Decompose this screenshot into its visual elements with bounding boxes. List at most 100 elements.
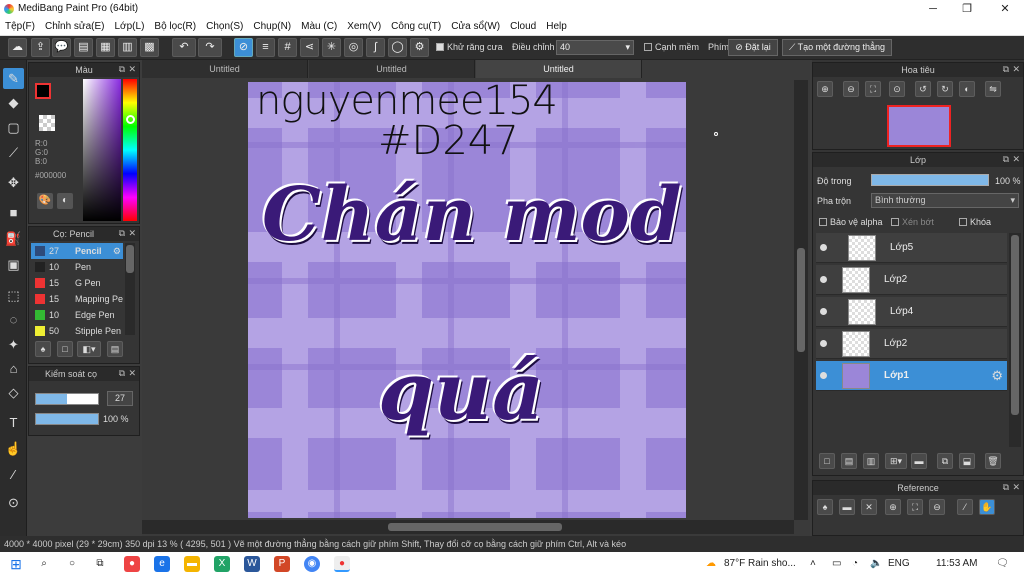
brush-size-value[interactable]: 27 (107, 391, 133, 406)
close-button[interactable]: ✕ (988, 0, 1022, 18)
rotate-right-icon[interactable]: ↻ (937, 81, 953, 97)
select-pen-icon[interactable]: ⌂ (3, 358, 24, 379)
panel-popout-icon[interactable]: ⧉ (1003, 482, 1009, 493)
menu-cloud[interactable]: Cloud (505, 18, 541, 36)
tab-untitled-1[interactable]: Untitled (142, 60, 308, 78)
brush-item[interactable]: 10 Edge Pen (31, 307, 123, 323)
reference-zoom-out-icon[interactable]: ⊖ (929, 499, 945, 515)
eye-icon[interactable] (820, 276, 827, 283)
brush-item[interactable]: 10 Pen (31, 259, 123, 275)
brush-settings-icon[interactable]: ▤ (107, 341, 123, 357)
eye-icon[interactable] (820, 340, 827, 347)
zoom-out-icon[interactable]: ⊖ (843, 81, 859, 97)
snap-off-icon[interactable]: ⊘ (234, 38, 253, 57)
weather-text[interactable]: 87°F Rain sho... (724, 558, 796, 569)
menu-edit[interactable]: Chỉnh sửa(E) (40, 18, 110, 36)
actual-size-icon[interactable]: ⊙ (889, 81, 905, 97)
cortana-icon[interactable]: ○ (64, 556, 80, 572)
brush-item[interactable]: 15 G Pen (31, 275, 123, 291)
panel-popout-icon[interactable]: ⧉ (119, 368, 125, 379)
layer-row[interactable]: Lớp2 (816, 265, 1007, 295)
network-icon[interactable]: ▭ (832, 558, 841, 569)
brush-item[interactable]: 27 Pencil ⚙ (31, 243, 123, 259)
menu-file[interactable]: Tệp(F) (0, 18, 40, 36)
undo-icon[interactable]: ↶ (172, 38, 196, 57)
chrome-icon[interactable]: ◉ (304, 556, 320, 572)
move-tool-icon[interactable]: ✥ (3, 172, 24, 193)
menu-color[interactable]: Màu (C) (296, 18, 342, 36)
panel-close-icon[interactable]: ✕ (1012, 154, 1020, 165)
page-icon[interactable]: ▦ (96, 38, 115, 57)
panel-popout-icon[interactable]: ⧉ (119, 228, 125, 239)
dropper-tool-icon[interactable]: ⊙ (3, 492, 24, 513)
operation-tool-icon[interactable]: ☝ (3, 438, 24, 459)
speech-icon[interactable]: 💬 (52, 38, 71, 57)
palette-icon[interactable]: 🎨 (37, 193, 53, 209)
eye-icon[interactable] (820, 372, 827, 379)
panel-close-icon[interactable]: ✕ (128, 64, 136, 75)
radial-snap-icon[interactable]: ✳ (322, 38, 341, 57)
file-explorer-icon[interactable]: ▬ (184, 556, 200, 572)
layer-row[interactable]: Lớp5 (816, 233, 1007, 263)
eye-icon[interactable] (820, 308, 827, 315)
new-layer-8bit-icon[interactable]: ▤ (841, 453, 857, 469)
brush-menu-icon[interactable]: ◧▾ (77, 341, 101, 357)
parallel-snap-icon[interactable]: ≡ (256, 38, 275, 57)
excel-icon[interactable]: X (214, 556, 230, 572)
layer-scrollbar[interactable] (1009, 233, 1021, 447)
reference-add-icon[interactable]: ♠ (817, 499, 833, 515)
panel-popout-icon[interactable]: ⧉ (119, 64, 125, 75)
ellipse-snap-icon[interactable]: ◯ (388, 38, 407, 57)
powerpoint-icon[interactable]: P (274, 556, 290, 572)
grid-snap-icon[interactable]: # (278, 38, 297, 57)
cloud-icon[interactable]: ☁ (8, 38, 27, 57)
lock-checkbox[interactable]: Khóa (959, 217, 991, 227)
panel-close-icon[interactable]: ✕ (128, 368, 136, 379)
grid-icon[interactable]: ▩ (140, 38, 159, 57)
layer-row-selected[interactable]: Lớp1 ⚙ (816, 361, 1007, 391)
merge-layer-icon[interactable]: ⬓ (959, 453, 975, 469)
brush-opacity-slider[interactable] (35, 413, 99, 425)
reference-open-icon[interactable]: ▬ (839, 499, 855, 515)
gear-icon[interactable]: ⚙ (991, 368, 1003, 384)
brush-item[interactable]: 50 Stipple Pen (31, 323, 123, 339)
eraser-tool-icon[interactable]: ◆ (3, 92, 24, 113)
duplicate-layer-icon[interactable]: ⧉ (937, 453, 953, 469)
menu-window[interactable]: Cửa sổ(W) (446, 18, 505, 36)
palette-add-icon[interactable]: ◐ (57, 193, 73, 209)
eye-icon[interactable] (820, 244, 827, 251)
rotate-left-icon[interactable]: ↺ (915, 81, 931, 97)
redo-icon[interactable]: ↷ (198, 38, 222, 57)
settings-snap-icon[interactable]: ⚙ (410, 38, 429, 57)
color-square[interactable] (83, 79, 121, 221)
bucket-tool-icon[interactable]: ⛽ (3, 228, 24, 249)
menu-filter[interactable]: Bộ lọc(R) (149, 18, 201, 36)
reference-zoom-in-icon[interactable]: ⊕ (885, 499, 901, 515)
soft-edge-checkbox[interactable]: Cạnh mềm (644, 42, 699, 52)
rotate-reset-icon[interactable]: ◐ (959, 81, 975, 97)
make-line-button[interactable]: ⟋ Tạo một đường thẳng (782, 39, 892, 56)
menu-snap[interactable]: Chụp(N) (248, 18, 296, 36)
perspective-snap-icon[interactable]: ⋖ (300, 38, 319, 57)
canvas-vscroll[interactable] (794, 80, 808, 520)
clock[interactable]: 11:53 AM (936, 558, 978, 569)
brush-new-icon[interactable]: □ (57, 341, 73, 357)
app-icon[interactable]: ● (124, 556, 140, 572)
rect-tool-icon[interactable]: ▢ (3, 117, 24, 138)
panel-close-icon[interactable]: ✕ (1012, 64, 1020, 75)
panel-close-icon[interactable]: ✕ (128, 228, 136, 239)
delete-layer-icon[interactable]: 🗑 (985, 453, 1001, 469)
new-layer-1bit-icon[interactable]: ▥ (863, 453, 879, 469)
panel-close-icon[interactable]: ✕ (1012, 482, 1020, 493)
add-layer-menu-icon[interactable]: ⊞▾ (885, 453, 907, 469)
transparent-color[interactable] (39, 115, 55, 131)
brush-item[interactable]: 15 Mapping Pe (31, 291, 123, 307)
line-tool-icon[interactable]: ⟋ (3, 142, 24, 163)
curve-snap-icon[interactable]: ∫ (366, 38, 385, 57)
drawing-canvas[interactable]: nguyenmee154 #D247 Chán mod quá (248, 82, 686, 518)
brush-tool-icon[interactable]: ✎ (3, 68, 24, 89)
notification-icon[interactable]: 🗨 (996, 558, 1009, 569)
menu-layer[interactable]: Lớp(L) (110, 18, 150, 36)
maximize-button[interactable]: ❐ (950, 0, 984, 18)
canvas-hscroll[interactable] (142, 520, 794, 534)
